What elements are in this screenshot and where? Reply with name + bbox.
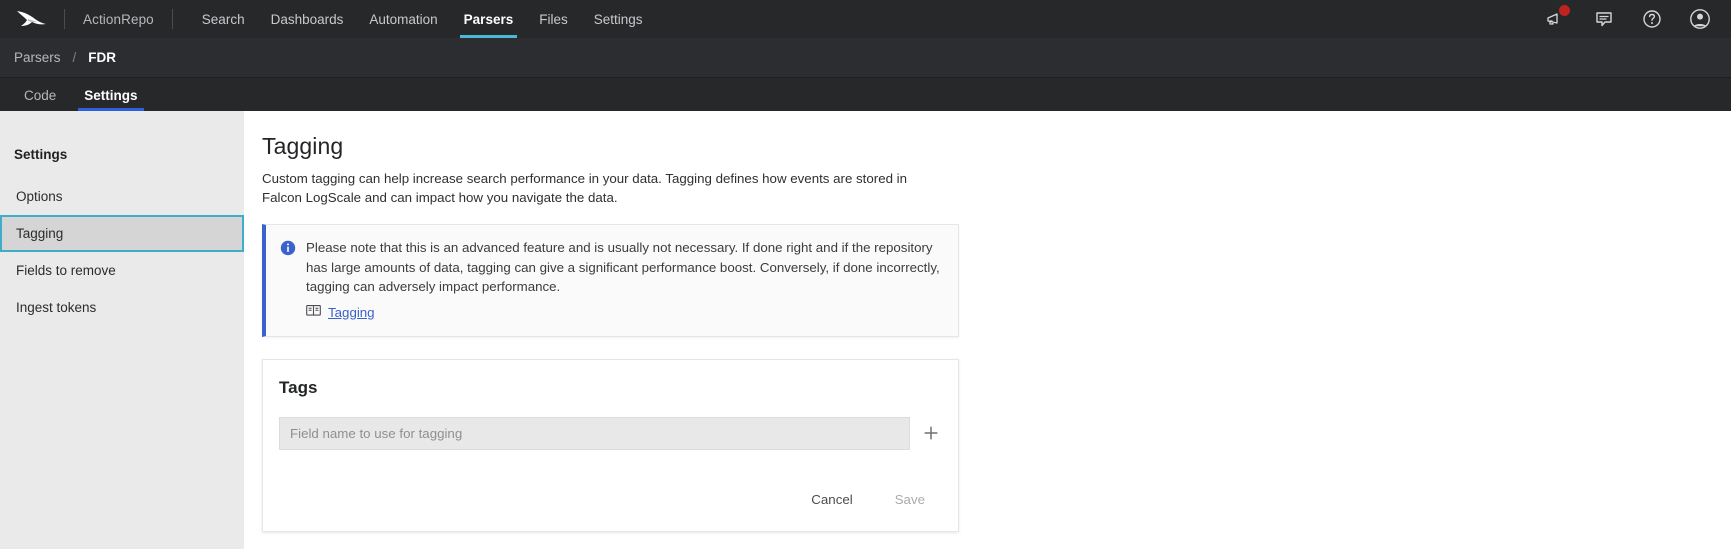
- top-navigation-bar: ActionRepo Search Dashboards Automation …: [0, 0, 1731, 38]
- breadcrumb-separator: /: [73, 50, 77, 65]
- nav-item-settings[interactable]: Settings: [581, 0, 656, 38]
- add-tag-button[interactable]: [920, 422, 942, 444]
- nav-item-parsers[interactable]: Parsers: [451, 0, 527, 38]
- tags-card-actions: Cancel Save: [279, 484, 942, 515]
- sidebar-item-options[interactable]: Options: [0, 178, 244, 215]
- main-content: Tagging Custom tagging can help increase…: [244, 111, 1731, 549]
- nav-item-search[interactable]: Search: [189, 0, 258, 38]
- nav-divider-left: [64, 9, 65, 29]
- callout-link-row: Tagging: [306, 304, 942, 322]
- nav-item-dashboards[interactable]: Dashboards: [258, 0, 357, 38]
- breadcrumb: Parsers / FDR: [0, 38, 1731, 78]
- nav-item-automation[interactable]: Automation: [356, 0, 450, 38]
- book-icon: [306, 304, 321, 322]
- page-title: Tagging: [262, 133, 1731, 160]
- page-description: Custom tagging can help increase search …: [262, 169, 930, 207]
- plus-icon: [923, 425, 939, 441]
- tab-settings[interactable]: Settings: [70, 88, 151, 111]
- tag-field-name-input[interactable]: [279, 417, 910, 450]
- parser-tabs: Code Settings: [0, 78, 1731, 111]
- page-body: Settings Options Tagging Fields to remov…: [0, 111, 1731, 549]
- repository-name[interactable]: ActionRepo: [75, 12, 162, 27]
- chat-icon[interactable]: [1593, 8, 1615, 30]
- announcements-icon[interactable]: [1545, 8, 1567, 30]
- sidebar-item-fields-to-remove[interactable]: Fields to remove: [0, 252, 244, 289]
- tag-field-row: [279, 417, 942, 450]
- tags-card-title: Tags: [279, 378, 942, 398]
- sidebar-heading: Settings: [0, 147, 244, 162]
- callout-text: Please note that this is an advanced fea…: [306, 238, 942, 297]
- info-icon: [280, 238, 296, 322]
- falcon-logo-icon[interactable]: [10, 9, 54, 29]
- tab-code[interactable]: Code: [10, 88, 70, 111]
- nav-right-icons: [1545, 8, 1717, 30]
- info-callout: Please note that this is an advanced fea…: [262, 224, 959, 337]
- help-icon[interactable]: [1641, 8, 1663, 30]
- tags-card: Tags Cancel Save: [262, 359, 959, 532]
- nav-divider-right: [172, 9, 173, 29]
- primary-nav-items: Search Dashboards Automation Parsers Fil…: [189, 0, 656, 38]
- breadcrumb-parsers[interactable]: Parsers: [14, 50, 61, 65]
- notification-badge: [1559, 5, 1570, 16]
- tagging-docs-link[interactable]: Tagging: [328, 305, 375, 320]
- sidebar-item-ingest-tokens[interactable]: Ingest tokens: [0, 289, 244, 326]
- save-button[interactable]: Save: [878, 484, 942, 515]
- nav-item-files[interactable]: Files: [526, 0, 581, 38]
- sidebar-item-tagging[interactable]: Tagging: [0, 215, 244, 252]
- user-avatar-icon[interactable]: [1689, 8, 1711, 30]
- settings-sidebar: Settings Options Tagging Fields to remov…: [0, 111, 244, 549]
- cancel-button[interactable]: Cancel: [794, 484, 869, 515]
- breadcrumb-current-fdr: FDR: [88, 50, 116, 65]
